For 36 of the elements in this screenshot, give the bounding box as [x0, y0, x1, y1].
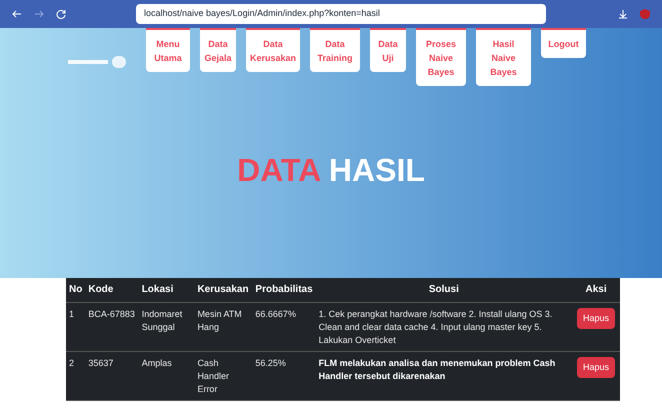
- table-cell: Indomaret Sunggal: [138, 302, 194, 351]
- page-title: HASIL: [328, 152, 425, 188]
- table-cell: Mesin ATM Hang: [194, 302, 252, 351]
- table-cell: 1. Cek perangkat hardware /software 2. Install ulang OS 3. Clean and clear data cache 4. Input ulang master key 5. Lakukan Overticket: [316, 302, 572, 351]
- nav-button[interactable]: Data Kerusakan: [246, 28, 300, 72]
- page-title-accent: DATA: [237, 152, 320, 188]
- nav-button[interactable]: Data Uji: [370, 28, 406, 72]
- column-header: Kode: [85, 278, 139, 302]
- nav-button[interactable]: Logout: [541, 28, 586, 58]
- nav-button[interactable]: Hasil Naive Bayes: [476, 28, 531, 86]
- table-cell: 35637: [85, 351, 139, 400]
- table-cell: Amplas: [138, 351, 194, 400]
- reload-icon[interactable]: [56, 9, 66, 19]
- nav-button[interactable]: Proses Naive Bayes: [416, 28, 466, 86]
- nav-button[interactable]: Data Training: [310, 28, 360, 72]
- nav-button[interactable]: Data Gejala: [200, 28, 236, 72]
- table-cell: 1: [66, 302, 86, 351]
- column-header: Kerusakan: [194, 278, 252, 302]
- nav-button[interactable]: Menu Utama: [146, 28, 190, 72]
- table-cell: Cash Handler Error: [194, 351, 252, 400]
- address-bar[interactable]: localhost/naive bayes/Login/Admin/index.php?konten=hasil: [136, 4, 546, 24]
- table-cell: BCA-67883: [85, 302, 139, 351]
- column-header: Lokasi: [138, 278, 194, 302]
- delete-button[interactable]: Hapus: [577, 308, 616, 329]
- column-header: Aksi: [572, 278, 620, 302]
- column-header: Solusi: [316, 278, 572, 302]
- delete-button[interactable]: Hapus: [577, 356, 616, 378]
- back-icon[interactable]: [12, 9, 22, 19]
- table-cell: 2: [66, 351, 86, 400]
- column-header: No: [66, 278, 86, 302]
- download-icon[interactable]: [618, 9, 628, 19]
- column-header: Probabilitas: [252, 278, 316, 302]
- table-cell: 56.25%: [252, 351, 316, 400]
- table-cell: 66.6667%: [252, 302, 316, 351]
- url-text: localhost/naive bayes/Login/Admin/index.php?konten=hasil: [144, 7, 380, 20]
- table-cell: FLM melakukan analisa dan menemukan problem Cash Handler tersebut dikarenakan: [316, 351, 572, 400]
